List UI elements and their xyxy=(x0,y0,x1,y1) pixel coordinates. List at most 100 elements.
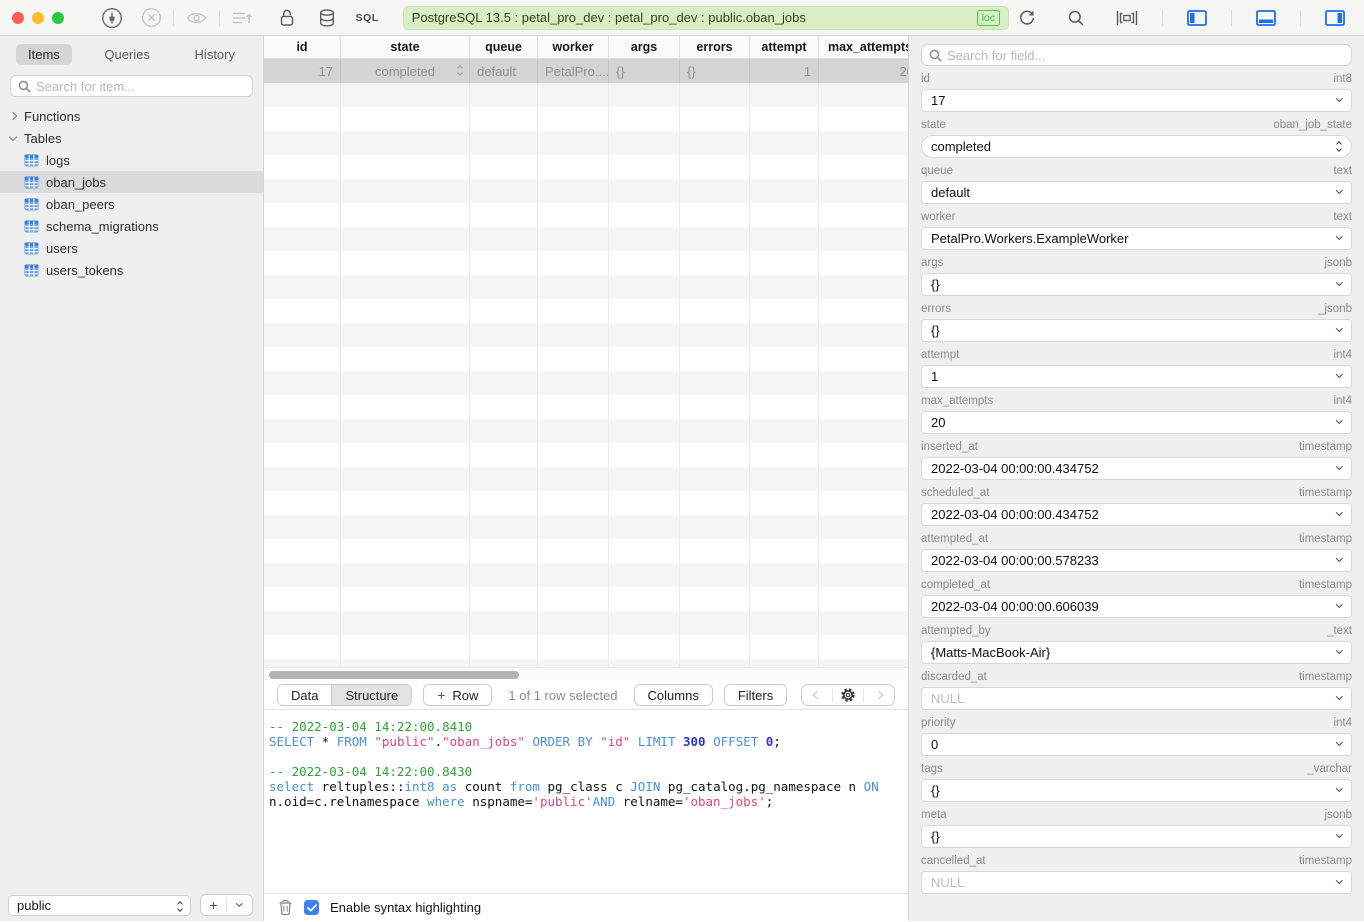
field-input-attempted_by[interactable]: {Matts-MacBook-Air} xyxy=(921,641,1352,664)
field-input-discarded_at[interactable]: NULL xyxy=(921,687,1352,710)
sidebar-item-users_tokens[interactable]: users_tokens xyxy=(0,259,263,281)
database-icon[interactable] xyxy=(317,8,337,28)
column-header-worker[interactable]: worker xyxy=(538,36,609,58)
sidebar-item-users[interactable]: users xyxy=(0,237,263,259)
field-input-attempted_at[interactable]: 2022-03-04 00:00:00.578233 xyxy=(921,549,1352,572)
empty-row[interactable] xyxy=(264,635,908,659)
table-row[interactable]: 17completeddefaultPetalPro....{}{}120 xyxy=(264,59,908,83)
empty-row[interactable] xyxy=(264,419,908,443)
cell-state[interactable]: completed xyxy=(341,59,470,83)
sql-log[interactable]: -- 2022-03-04 14:22:00.8410SELECT * FROM… xyxy=(264,710,908,894)
add-item-menu-button[interactable] xyxy=(227,895,252,915)
sidebar-item-oban_peers[interactable]: oban_peers xyxy=(0,193,263,215)
panel-right-icon[interactable] xyxy=(1325,10,1345,26)
empty-row[interactable] xyxy=(264,587,908,611)
field-input-args[interactable]: {} xyxy=(921,273,1352,296)
grid-body[interactable]: 17completeddefaultPetalPro....{}{}120 xyxy=(264,59,908,667)
empty-row[interactable] xyxy=(264,179,908,203)
schema-select[interactable]: public xyxy=(8,895,191,916)
field-input-priority[interactable]: 0 xyxy=(921,733,1352,756)
empty-row[interactable] xyxy=(264,491,908,515)
field-input-inserted_at[interactable]: 2022-03-04 00:00:00.434752 xyxy=(921,457,1352,480)
add-row-button[interactable]: + Row xyxy=(423,684,492,706)
empty-row[interactable] xyxy=(264,227,908,251)
column-header-attempt[interactable]: attempt xyxy=(750,36,819,58)
cell-queue[interactable]: default xyxy=(470,59,538,83)
empty-row[interactable] xyxy=(264,539,908,563)
empty-row[interactable] xyxy=(264,395,908,419)
panel-bottom-icon[interactable] xyxy=(1256,10,1276,26)
column-header-id[interactable]: id xyxy=(264,36,341,58)
column-header-queue[interactable]: queue xyxy=(470,36,538,58)
empty-row[interactable] xyxy=(264,155,908,179)
empty-row[interactable] xyxy=(264,371,908,395)
next-page-button[interactable] xyxy=(864,685,894,705)
sidebar-item-schema_migrations[interactable]: schema_migrations xyxy=(0,215,263,237)
chevron-down-icon[interactable] xyxy=(9,132,17,140)
tab-data[interactable]: Data xyxy=(278,685,332,705)
empty-row[interactable] xyxy=(264,323,908,347)
previous-page-button[interactable] xyxy=(802,685,832,705)
field-input-tags[interactable]: {} xyxy=(921,779,1352,802)
field-input-scheduled_at[interactable]: 2022-03-04 00:00:00.434752 xyxy=(921,503,1352,526)
cell-attempt[interactable]: 1 xyxy=(750,59,819,83)
add-item-button[interactable]: + xyxy=(201,895,226,915)
field-input-max_attempts[interactable]: 20 xyxy=(921,411,1352,434)
filters-button[interactable]: Filters xyxy=(724,684,787,706)
field-search-input[interactable]: Search for field... xyxy=(921,44,1352,66)
syntax-highlighting-checkbox[interactable] xyxy=(304,900,319,915)
cell-worker[interactable]: PetalPro.... xyxy=(538,59,609,83)
zoom-window-icon[interactable] xyxy=(52,12,64,24)
horizontal-scrollbar[interactable] xyxy=(264,667,908,681)
column-header-errors[interactable]: errors xyxy=(680,36,750,58)
columns-button[interactable]: Columns xyxy=(634,684,713,706)
empty-row[interactable] xyxy=(264,275,908,299)
empty-row[interactable] xyxy=(264,251,908,275)
field-input-completed_at[interactable]: 2022-03-04 00:00:00.606039 xyxy=(921,595,1352,618)
chevron-right-icon[interactable] xyxy=(9,112,17,120)
column-header-args[interactable]: args xyxy=(609,36,680,58)
empty-row[interactable] xyxy=(264,299,908,323)
empty-row[interactable] xyxy=(264,563,908,587)
sql-editor-icon[interactable]: SQL xyxy=(356,12,379,24)
field-input-meta[interactable]: {} xyxy=(921,825,1352,848)
field-input-worker[interactable]: PetalPro.Workers.ExampleWorker xyxy=(921,227,1352,250)
field-input-id[interactable]: 17 xyxy=(921,89,1352,112)
empty-row[interactable] xyxy=(264,443,908,467)
refresh-icon[interactable] xyxy=(1018,9,1036,27)
sidebar-item-oban_jobs[interactable]: oban_jobs xyxy=(0,171,263,193)
cell-args[interactable]: {} xyxy=(609,59,680,83)
empty-row[interactable] xyxy=(264,515,908,539)
empty-row[interactable] xyxy=(264,203,908,227)
field-input-errors[interactable]: {} xyxy=(921,319,1352,342)
connection-icon[interactable] xyxy=(101,7,123,29)
page-settings-button[interactable] xyxy=(833,685,863,705)
field-input-attempt[interactable]: 1 xyxy=(921,365,1352,388)
tree-group-functions[interactable]: Functions xyxy=(0,105,263,127)
field-input-state[interactable]: completed xyxy=(921,135,1352,158)
search-icon[interactable] xyxy=(1067,9,1085,27)
sidebar-item-logs[interactable]: logs xyxy=(0,149,263,171)
empty-row[interactable] xyxy=(264,83,908,107)
empty-row[interactable] xyxy=(264,131,908,155)
field-input-cancelled_at[interactable]: NULL xyxy=(921,871,1352,894)
cell-errors[interactable]: {} xyxy=(680,59,750,83)
empty-row[interactable] xyxy=(264,107,908,131)
connection-status-pill[interactable]: PostgreSQL 13.5 : petal_pro_dev : petal_… xyxy=(403,6,1009,30)
column-header-state[interactable]: state xyxy=(341,36,470,58)
tree-group-tables[interactable]: Tables xyxy=(0,127,263,149)
tab-history[interactable]: History xyxy=(183,44,247,65)
lock-icon[interactable] xyxy=(278,8,296,28)
tab-queries[interactable]: Queries xyxy=(92,44,162,65)
cell-max_attempts[interactable]: 20 xyxy=(819,59,908,83)
tab-items[interactable]: Items xyxy=(16,44,72,65)
empty-row[interactable] xyxy=(264,467,908,491)
cell-id[interactable]: 17 xyxy=(264,59,341,83)
column-header-max_attempts[interactable]: max_attempts xyxy=(819,36,908,58)
panel-left-icon[interactable] xyxy=(1187,10,1207,26)
field-input-queue[interactable]: default xyxy=(921,181,1352,204)
empty-row[interactable] xyxy=(264,347,908,371)
sidebar-search-input[interactable]: Search for item... xyxy=(10,75,253,97)
horizontal-scrollbar-thumb[interactable] xyxy=(269,671,519,679)
tab-structure[interactable]: Structure xyxy=(332,685,411,705)
